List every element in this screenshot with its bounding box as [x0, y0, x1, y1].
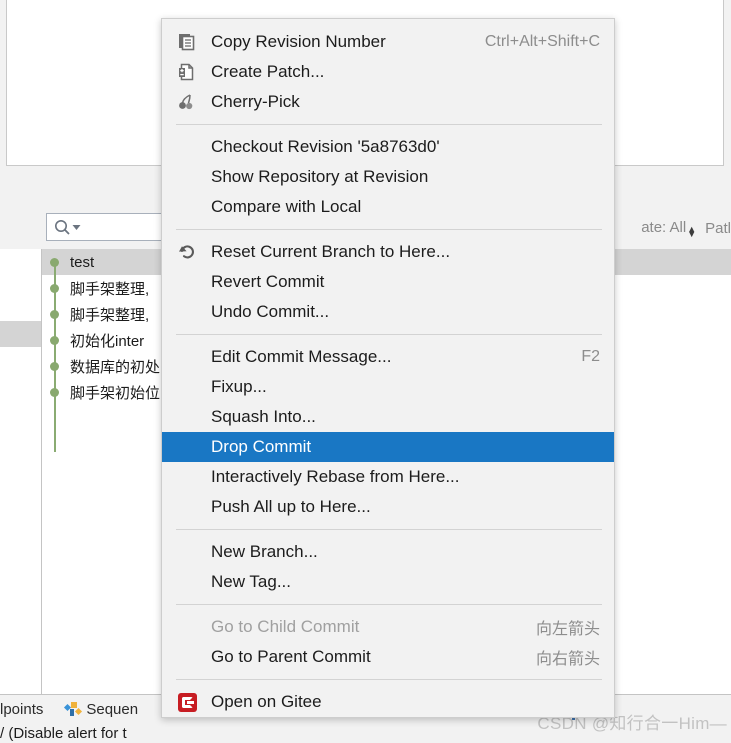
- menu-item-label: Revert Commit: [211, 272, 325, 291]
- menu-item-label: New Branch...: [211, 542, 318, 561]
- gutter-selected-band: [0, 321, 41, 347]
- commit-graph-node-icon: [50, 257, 59, 267]
- filter-path[interactable]: Patl: [705, 220, 731, 237]
- commit-graph-node-icon: [50, 335, 59, 345]
- menu-item-label: Go to Parent Commit: [211, 647, 371, 666]
- menu-item-shortcut: F2: [581, 348, 600, 365]
- menu-separator: [176, 529, 602, 530]
- tool-window-tab[interactable]: lpoints: [0, 701, 43, 718]
- reset-icon: [178, 243, 200, 261]
- menu-item-label: New Tag...: [211, 572, 292, 591]
- git-commit-context-menu[interactable]: Copy Revision Number Ctrl+Alt+Shift+C Crea…: [161, 18, 615, 718]
- menu-item-reset-current-branch-to-here[interactable]: Reset Current Branch to Here...: [162, 237, 614, 267]
- menu-separator: [176, 124, 602, 125]
- tool-window-tab[interactable]: Sequen: [64, 701, 139, 718]
- menu-item-cherry-pick[interactable]: Cherry-Pick: [162, 87, 614, 117]
- search-icon: [54, 219, 81, 236]
- commit-message: 初始化inter: [70, 332, 145, 350]
- menu-item-push-all-up-to-here[interactable]: Push All up to Here...: [162, 492, 614, 522]
- menu-item-compare-with-local[interactable]: Compare with Local: [162, 192, 614, 222]
- menu-item-label: Copy Revision Number: [211, 32, 386, 51]
- menu-item-label: Interactively Rebase from Here...: [211, 467, 460, 486]
- menu-item-checkout-revision-5a8763d0[interactable]: Checkout Revision '5a8763d0': [162, 132, 614, 162]
- menu-item-undo-commit[interactable]: Undo Commit...: [162, 297, 614, 327]
- log-filters: ate: All ▲ ▼ Patl: [641, 219, 731, 239]
- menu-item-shortcut: Ctrl+Alt+Shift+C: [484, 33, 600, 50]
- copy-icon: [178, 33, 200, 51]
- menu-item-fixup[interactable]: Fixup...: [162, 372, 614, 402]
- menu-item-label: Open on Gitee: [211, 692, 322, 711]
- menu-item-edit-commit-message[interactable]: Edit Commit Message... F2: [162, 342, 614, 372]
- menu-separator: [176, 229, 602, 230]
- menu-item-squash-into[interactable]: Squash Into...: [162, 402, 614, 432]
- gitee-icon: [178, 692, 200, 712]
- menu-item-shortcut: 向右箭头: [535, 651, 600, 668]
- status-note: / (Disable alert for t: [0, 725, 127, 742]
- tool-window-tab-label: Sequen: [86, 701, 139, 718]
- commit-message: 脚手架整理,: [70, 280, 150, 298]
- menu-item-revert-commit[interactable]: Revert Commit: [162, 267, 614, 297]
- commit-message: 脚手架初始位: [70, 384, 161, 402]
- cherry-pick-icon: [178, 93, 200, 111]
- commit-graph-node-icon: [50, 309, 59, 319]
- spinner-arrows-icon: ▲ ▼: [687, 224, 697, 239]
- menu-item-go-to-child-commit: Go to Child Commit 向左箭头: [162, 612, 614, 642]
- menu-item-label: Go to Child Commit: [211, 617, 360, 636]
- menu-item-go-to-parent-commit[interactable]: Go to Parent Commit 向右箭头: [162, 642, 614, 672]
- commit-graph-node-icon: [50, 283, 59, 293]
- menu-item-new-tag[interactable]: New Tag...: [162, 567, 614, 597]
- menu-item-interactively-rebase-from-here[interactable]: Interactively Rebase from Here...: [162, 462, 614, 492]
- editor-left-rail: [0, 0, 7, 166]
- menu-item-label: Create Patch...: [211, 62, 325, 81]
- sequence-diagram-icon: [64, 702, 83, 716]
- menu-item-drop-commit[interactable]: Drop Commit: [162, 432, 614, 462]
- menu-item-new-branch[interactable]: New Branch...: [162, 537, 614, 567]
- menu-item-label: Compare with Local: [211, 197, 362, 216]
- commit-graph-node-icon: [50, 361, 59, 371]
- menu-item-label: Cherry-Pick: [211, 92, 300, 111]
- commit-message: test: [70, 253, 95, 271]
- menu-item-show-repository-at-revision[interactable]: Show Repository at Revision: [162, 162, 614, 192]
- menu-item-label: Push All up to Here...: [211, 497, 371, 516]
- menu-item-copy-revision-number[interactable]: Copy Revision Number Ctrl+Alt+Shift+C: [162, 27, 614, 57]
- commit-message: 数据库的初处: [70, 358, 161, 376]
- menu-item-label: Reset Current Branch to Here...: [211, 242, 451, 261]
- menu-item-label: Drop Commit: [211, 437, 312, 456]
- menu-item-label: Show Repository at Revision: [211, 167, 429, 186]
- menu-item-label: Undo Commit...: [211, 302, 330, 321]
- menu-separator: [176, 604, 602, 605]
- menu-item-create-patch[interactable]: Create Patch...: [162, 57, 614, 87]
- menu-item-open-on-gitee[interactable]: Open on Gitee: [162, 687, 614, 717]
- menu-item-label: Edit Commit Message...: [211, 347, 392, 366]
- commit-message: 脚手架整理,: [70, 306, 150, 324]
- filter-date[interactable]: ate: All ▲ ▼: [641, 219, 697, 239]
- chevron-down-icon: [72, 224, 81, 230]
- tool-window-tab-label: lpoints: [0, 701, 44, 718]
- menu-item-label: Checkout Revision '5a8763d0': [211, 137, 440, 156]
- menu-separator: [176, 334, 602, 335]
- menu-item-label: Squash Into...: [211, 407, 316, 426]
- tool-window-tabs: lpoints Sequen: [0, 701, 138, 718]
- menu-item-label: Fixup...: [211, 377, 267, 396]
- menu-separator: [176, 679, 602, 680]
- create-patch-icon: [178, 63, 200, 81]
- commit-graph-node-icon: [50, 387, 59, 397]
- menu-item-shortcut: 向左箭头: [535, 621, 600, 638]
- commit-list-gutter: [0, 249, 42, 694]
